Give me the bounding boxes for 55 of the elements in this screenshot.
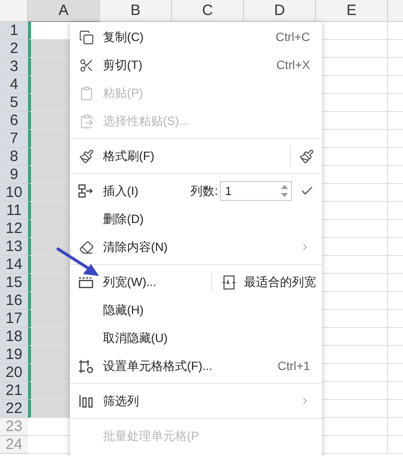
copy-icon xyxy=(78,30,94,44)
row-header[interactable]: 10 xyxy=(0,184,28,202)
row-header[interactable]: 18 xyxy=(0,328,28,346)
clipboard-icon xyxy=(78,114,94,128)
row-header[interactable]: 8 xyxy=(0,148,28,166)
row-header[interactable]: 1 xyxy=(0,22,28,40)
autofit-icon xyxy=(222,274,236,290)
row-header[interactable]: 15 xyxy=(0,274,28,292)
row-header[interactable]: 11 xyxy=(0,202,28,220)
clipboard-icon xyxy=(78,86,94,100)
column-header[interactable]: A xyxy=(28,0,100,22)
scissors-icon xyxy=(78,58,94,72)
columns-icon xyxy=(78,394,94,408)
menu-item[interactable]: 清除内容(N) xyxy=(70,233,322,261)
eraser-icon xyxy=(78,240,94,254)
menu-item[interactable]: 取消隐藏(U) xyxy=(70,324,322,352)
count-field[interactable]: 1 xyxy=(220,181,292,201)
row-header[interactable]: 2 xyxy=(0,40,28,58)
spinner-icon[interactable] xyxy=(281,184,288,198)
row-header[interactable]: 22 xyxy=(0,400,28,418)
menu-item[interactable]: 删除(D) xyxy=(70,205,322,233)
menu-item[interactable]: 隐藏(H) xyxy=(70,296,322,324)
column-width-icon xyxy=(78,275,94,289)
row-header[interactable]: 14 xyxy=(0,256,28,274)
row-header[interactable]: 3 xyxy=(0,58,28,76)
row-header[interactable]: 17 xyxy=(0,310,28,328)
pointer-arrow xyxy=(56,248,99,276)
insert-icon xyxy=(78,184,94,198)
row-header[interactable]: 9 xyxy=(0,166,28,184)
menu-item[interactable]: 格式刷(F) xyxy=(70,142,290,170)
row-header[interactable]: 7 xyxy=(0,130,28,148)
menu-item[interactable]: 列宽(W)... xyxy=(70,268,211,296)
row-header[interactable]: 13 xyxy=(0,238,28,256)
row-header[interactable]: 4 xyxy=(0,76,28,94)
column-header[interactable]: B xyxy=(100,0,172,22)
brush-icon xyxy=(299,148,314,164)
column-header[interactable]: C xyxy=(172,0,244,22)
format-cells-icon xyxy=(78,358,94,374)
row-header[interactable]: 21 xyxy=(0,382,28,400)
autofit-button[interactable]: 最适合的列宽 xyxy=(212,268,322,296)
row-header[interactable]: 16 xyxy=(0,292,28,310)
row-header[interactable]: 6 xyxy=(0,112,28,130)
menu-item[interactable]: 复制(C) Ctrl+C xyxy=(70,23,322,51)
row-header[interactable]: 19 xyxy=(0,346,28,364)
brush-icon xyxy=(78,148,94,164)
column-header[interactable]: D xyxy=(244,0,316,22)
row-header[interactable]: 20 xyxy=(0,364,28,382)
menu-item[interactable]: 筛选列 xyxy=(70,387,322,415)
count-label: 列数: xyxy=(190,182,218,200)
column-header[interactable]: E xyxy=(316,0,388,22)
row-header[interactable]: 5 xyxy=(0,94,28,112)
menu-item[interactable]: 插入(I) xyxy=(70,177,150,205)
row-header[interactable]: 12 xyxy=(0,220,28,238)
menu-item[interactable]: 设置单元格格式(F)... Ctrl+1 xyxy=(70,352,322,380)
menu-item[interactable]: 剪切(T) Ctrl+X xyxy=(70,51,322,79)
